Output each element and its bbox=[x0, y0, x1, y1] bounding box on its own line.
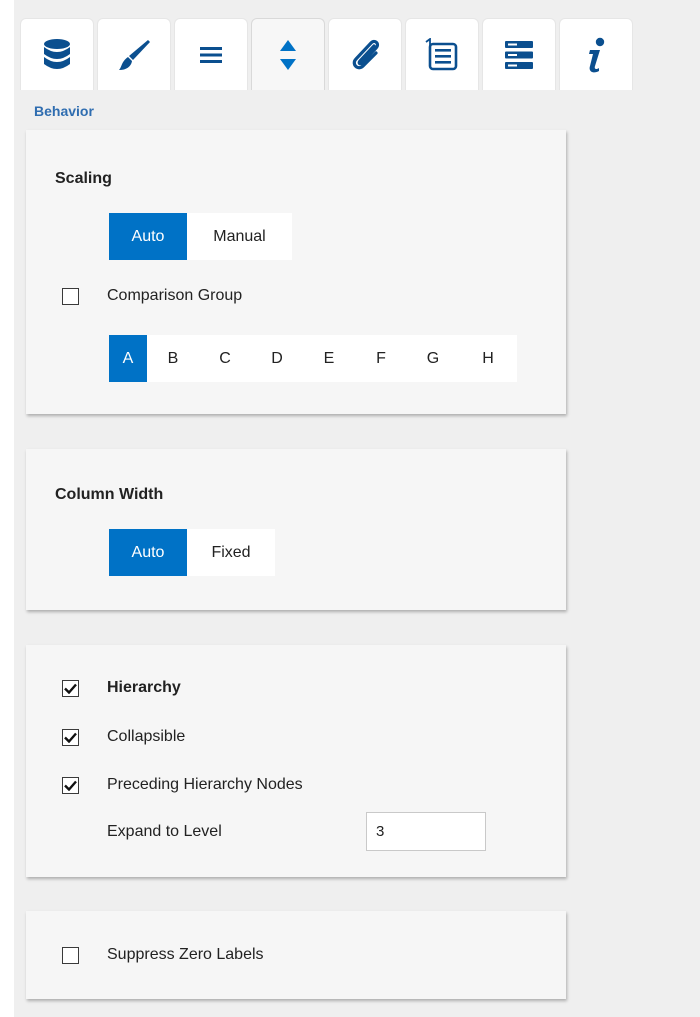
hamburger-menu-icon bbox=[200, 46, 222, 64]
checkmark-icon bbox=[64, 683, 77, 694]
database-icon bbox=[43, 38, 71, 72]
comparison-group-selector: A B C D E F G H bbox=[109, 335, 517, 382]
comparison-group-option[interactable]: Comparison Group bbox=[62, 287, 242, 305]
group-d-button[interactable]: D bbox=[251, 335, 303, 382]
tab-attachments[interactable] bbox=[328, 18, 402, 90]
column-width-card: Column Width Auto Fixed bbox=[26, 449, 566, 610]
collapsible-option[interactable]: Collapsible bbox=[62, 728, 185, 746]
tab-layout[interactable] bbox=[174, 18, 248, 90]
preceding-nodes-option[interactable]: Preceding Hierarchy Nodes bbox=[62, 776, 303, 794]
hierarchy-checkbox[interactable] bbox=[62, 679, 79, 697]
column-width-title: Column Width bbox=[55, 486, 164, 503]
hierarchy-option[interactable]: Hierarchy bbox=[62, 679, 181, 697]
group-b-button[interactable]: B bbox=[147, 335, 199, 382]
suppress-zero-labels-label: Suppress Zero Labels bbox=[107, 946, 264, 963]
tab-appearance[interactable] bbox=[97, 18, 171, 90]
section-title-behavior: Behavior bbox=[34, 103, 94, 119]
group-g-button[interactable]: G bbox=[407, 335, 459, 382]
column-width-fixed-button[interactable]: Fixed bbox=[187, 529, 275, 576]
server-stack-icon bbox=[505, 40, 533, 69]
paintbrush-icon bbox=[117, 38, 151, 72]
preceding-nodes-checkbox[interactable] bbox=[62, 776, 79, 794]
tab-behavior[interactable] bbox=[251, 18, 325, 90]
scaling-mode-toggle: Auto Manual bbox=[109, 213, 292, 260]
comparison-group-label: Comparison Group bbox=[107, 287, 243, 304]
checkmark-icon bbox=[64, 780, 77, 791]
paperclip-icon bbox=[348, 37, 382, 73]
preceding-nodes-label: Preceding Hierarchy Nodes bbox=[107, 776, 303, 793]
tab-info[interactable] bbox=[559, 18, 633, 90]
tab-data[interactable] bbox=[20, 18, 94, 90]
group-a-button[interactable]: A bbox=[109, 335, 147, 382]
expand-level-input[interactable] bbox=[366, 812, 486, 851]
column-width-toggle: Auto Fixed bbox=[109, 529, 275, 576]
collapsible-label: Collapsible bbox=[107, 728, 186, 745]
group-e-button[interactable]: E bbox=[303, 335, 355, 382]
scaling-card: Scaling Auto Manual Comparison Group A B… bbox=[26, 130, 566, 414]
column-width-auto-button[interactable]: Auto bbox=[109, 529, 187, 576]
group-h-button[interactable]: H bbox=[459, 335, 517, 382]
expand-level-label: Expand to Level bbox=[107, 823, 222, 840]
hierarchy-card: Hierarchy Collapsible Preceding Hierarch… bbox=[26, 645, 566, 877]
tab-records[interactable] bbox=[482, 18, 556, 90]
scaling-auto-button[interactable]: Auto bbox=[109, 213, 187, 260]
suppress-zero-labels-option[interactable]: Suppress Zero Labels bbox=[62, 946, 264, 964]
suppress-zero-labels-checkbox[interactable] bbox=[62, 946, 79, 964]
zero-labels-card: Suppress Zero Labels bbox=[26, 911, 566, 999]
comparison-group-checkbox[interactable] bbox=[62, 287, 79, 305]
sort-arrows-icon bbox=[279, 38, 297, 72]
group-c-button[interactable]: C bbox=[199, 335, 251, 382]
hierarchy-label: Hierarchy bbox=[107, 679, 181, 696]
info-icon bbox=[585, 37, 607, 73]
checkmark-icon bbox=[64, 732, 77, 743]
scaling-manual-button[interactable]: Manual bbox=[187, 213, 292, 260]
group-f-button[interactable]: F bbox=[355, 335, 407, 382]
scaling-title: Scaling bbox=[55, 170, 112, 187]
numbered-list-icon bbox=[425, 37, 459, 72]
tab-list[interactable] bbox=[405, 18, 479, 90]
collapsible-checkbox[interactable] bbox=[62, 728, 79, 746]
